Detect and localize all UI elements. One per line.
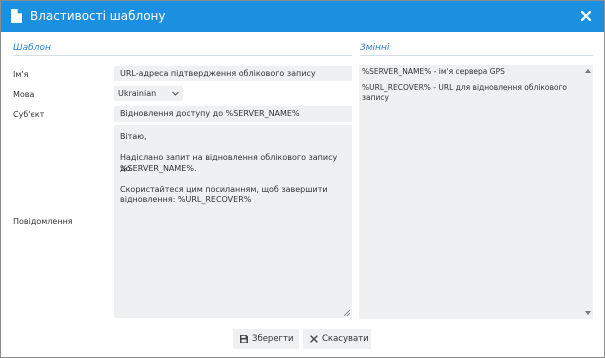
variables-scrollbar[interactable] (582, 65, 593, 319)
message-line (120, 143, 346, 154)
name-value: URL-адреса підтвердження облікового запи… (120, 69, 316, 78)
language-value: Ukrainian (118, 89, 157, 98)
subject-label: Суб'єкт (13, 110, 45, 119)
message-line (120, 174, 346, 185)
variables-section-heading: Змінні (360, 43, 390, 53)
resize-grip-icon[interactable] (344, 310, 350, 316)
variable-item: %URL_RECOVER% - URL для відновлення облі… (362, 83, 567, 102)
dialog-title: Властивості шаблону (30, 9, 166, 23)
message-line: %SERVER_NAME%. (120, 163, 197, 173)
cancel-button[interactable]: Скасувати (303, 329, 371, 349)
document-icon (11, 9, 22, 23)
message-label: Повідомлення (13, 217, 73, 226)
save-button[interactable]: Зберегти (233, 329, 299, 349)
close-icon (310, 335, 318, 343)
template-properties-dialog: Властивості шаблону Шаблон Змінні Ім'я U… (0, 0, 605, 358)
scroll-up-icon[interactable] (585, 69, 591, 73)
variable-item: %SERVER_NAME% - ім'я сервера GPS (362, 67, 505, 76)
message-textarea[interactable]: Вітаю, Надіслано запит на відновлення об… (114, 125, 352, 318)
language-select[interactable]: Ukrainian (114, 86, 183, 101)
save-label: Зберегти (252, 334, 294, 344)
message-line: Вітаю, (120, 132, 147, 141)
subject-field[interactable]: Відновлення доступу до %SERVER_NAME% (114, 106, 352, 122)
floppy-disk-icon (240, 335, 248, 343)
name-label: Ім'я (13, 70, 29, 79)
template-section-divider (13, 55, 352, 56)
cancel-label: Скасувати (322, 334, 369, 344)
chevron-down-icon (172, 91, 179, 96)
variables-section-divider (360, 55, 593, 56)
close-icon[interactable] (579, 9, 593, 23)
message-line: Скористайтеся цим посиланням, щоб заверш… (120, 184, 328, 194)
message-line: Надіслано запит на відновлення обліковог… (120, 153, 338, 173)
scroll-down-icon[interactable] (585, 311, 591, 315)
template-section-heading: Шаблон (13, 43, 51, 53)
message-line: відновлення: %URL_RECOVER% (120, 195, 252, 204)
language-label: Мова (13, 90, 35, 99)
name-field[interactable]: URL-адреса підтвердження облікового запи… (114, 66, 352, 81)
variables-list: %SERVER_NAME% - ім'я сервера GPS %URL_RE… (359, 65, 593, 319)
dialog-titlebar: Властивості шаблону (1, 1, 604, 32)
subject-value: Відновлення доступу до %SERVER_NAME% (120, 109, 300, 118)
